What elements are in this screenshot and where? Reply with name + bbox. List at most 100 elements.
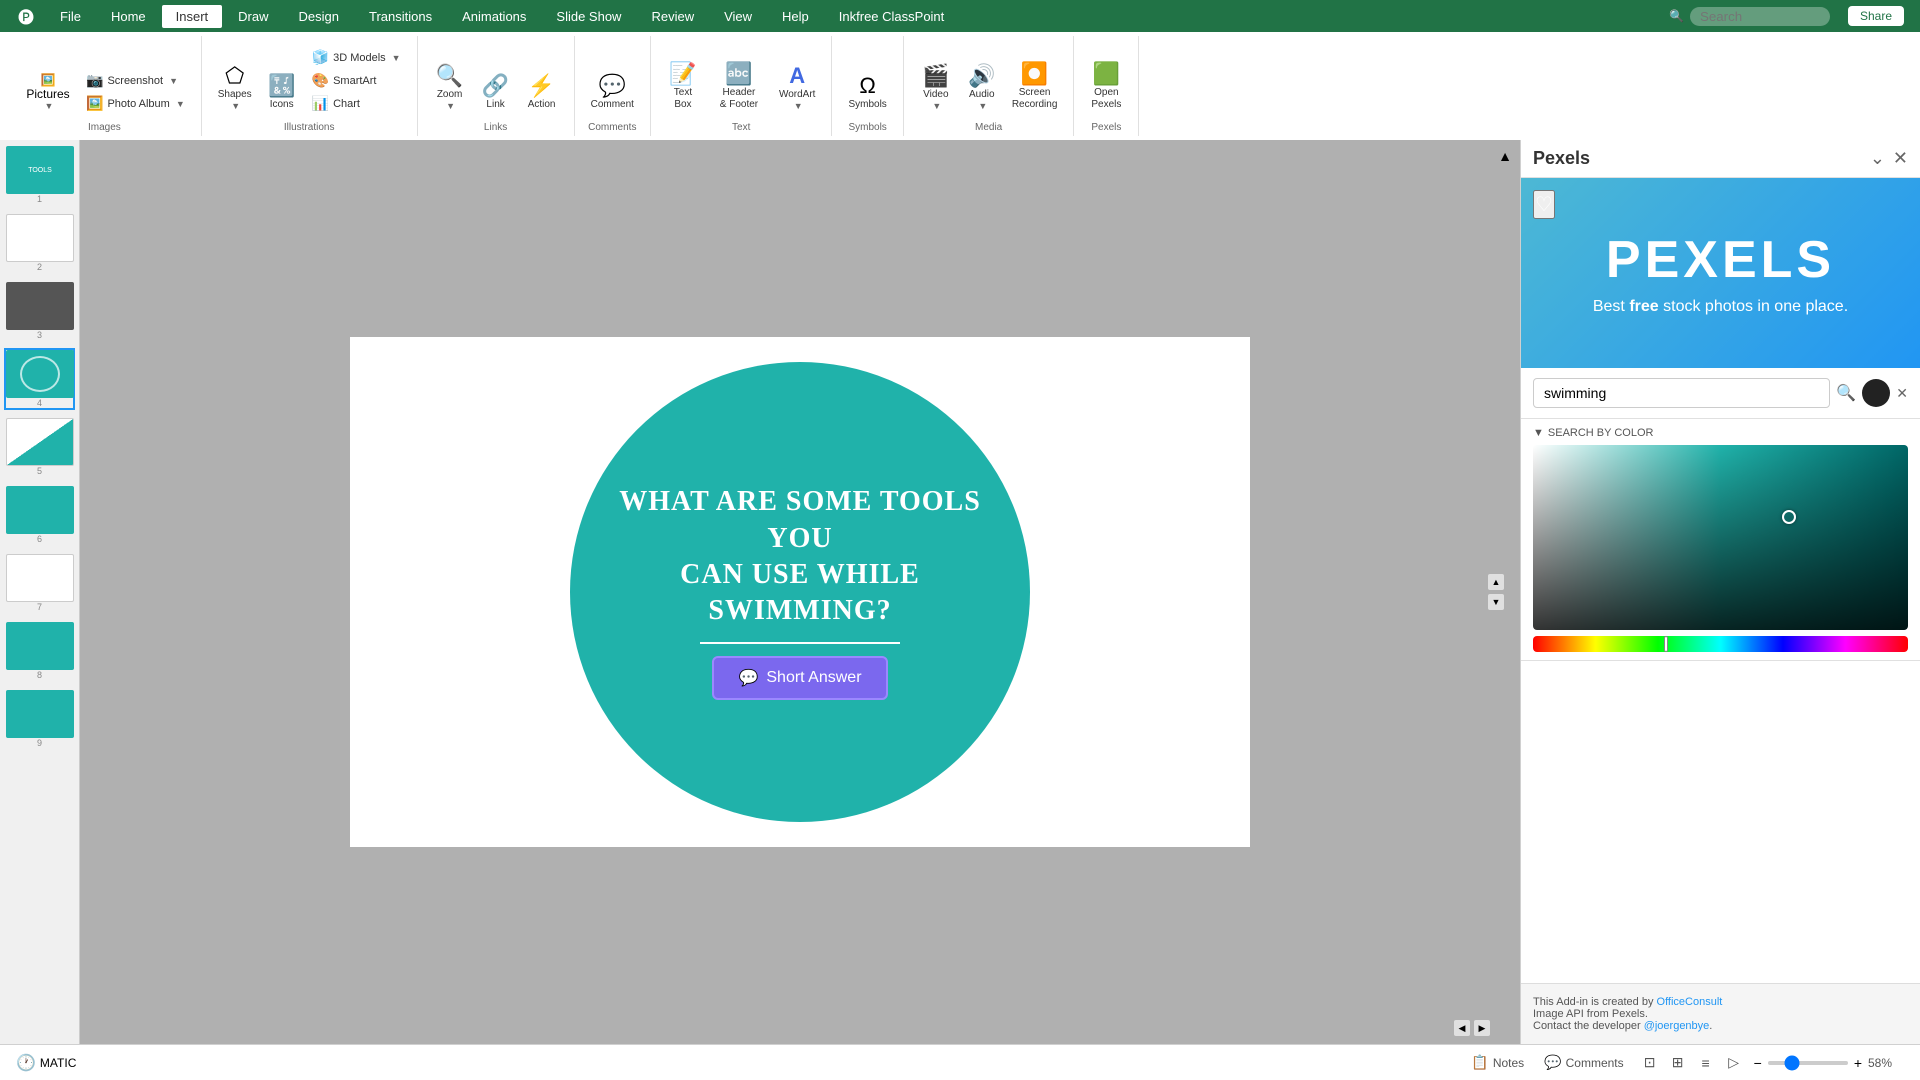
slide-thumb-4[interactable]: 4 xyxy=(4,348,75,410)
textbox-button[interactable]: 📝 TextBox xyxy=(661,60,705,114)
slide-thumb-5[interactable]: 5 xyxy=(4,416,75,478)
pexels-search-input[interactable] xyxy=(1533,378,1830,408)
slide-thumb-3[interactable]: 3 xyxy=(4,280,75,342)
zoom-out-button[interactable]: − xyxy=(1754,1055,1762,1071)
pexels-search-button[interactable]: 🔍 xyxy=(1836,383,1856,403)
slide-thumb-9[interactable]: 9 xyxy=(4,688,75,750)
slide-sorter-button[interactable]: ⊞ xyxy=(1666,1051,1690,1075)
scroll-up-ctrl[interactable]: ▲ xyxy=(1488,574,1504,590)
pexels-collapse-button[interactable]: ⌄ xyxy=(1870,148,1885,169)
comments-label: Comments xyxy=(1566,1056,1624,1070)
developer-link[interactable]: @joergenbye xyxy=(1644,1020,1710,1032)
video-button[interactable]: 🎬 Video ▼ xyxy=(914,62,958,114)
symbols-icon: Ω xyxy=(859,75,875,97)
pexels-panel-title: Pexels xyxy=(1533,148,1590,169)
pexels-clear-button[interactable]: ✕ xyxy=(1896,385,1908,402)
link-button[interactable]: 🔗 Link xyxy=(474,72,518,114)
pexels-heart-button[interactable]: ♡ xyxy=(1533,190,1555,219)
scroll-up-button[interactable]: ▲ xyxy=(1498,148,1512,164)
slide-thumb-1[interactable]: TOOLS 1 xyxy=(4,144,75,206)
zoom-button[interactable]: 🔍 Zoom ▼ xyxy=(428,62,472,114)
tab-insert[interactable]: Insert xyxy=(162,5,223,28)
3d-models-button[interactable]: 🧊 3D Models ▼ xyxy=(306,47,407,68)
header-footer-button[interactable]: 🔤 Header& Footer xyxy=(707,60,771,114)
slide-num-9: 9 xyxy=(6,738,73,748)
screen-recording-button[interactable]: ⏺️ ScreenRecording xyxy=(1006,60,1064,114)
tab-help[interactable]: Help xyxy=(768,5,823,28)
tab-draw[interactable]: Draw xyxy=(224,5,282,28)
tab-bar: 🅟 File Home Insert Draw Design Transitio… xyxy=(0,0,1920,32)
tab-slideshow[interactable]: Slide Show xyxy=(542,5,635,28)
shapes-button[interactable]: ⬠ Shapes ▼ xyxy=(212,62,258,114)
notes-button[interactable]: 📋 Notes xyxy=(1465,1052,1530,1073)
slide-thumb-7[interactable]: 7 xyxy=(4,552,75,614)
color-picker-gradient[interactable] xyxy=(1533,445,1908,630)
zoom-in-button[interactable]: + xyxy=(1854,1055,1862,1071)
slide-thumb-8[interactable]: 8 xyxy=(4,620,75,682)
pexels-hero-section: ♡ PEXELS Best free stock photos in one p… xyxy=(1521,178,1920,368)
slideshow-button[interactable]: ▷ xyxy=(1722,1051,1746,1075)
symbols-button[interactable]: Ω Symbols xyxy=(842,72,892,114)
color-hue-bar[interactable] xyxy=(1533,636,1908,652)
chart-icon: 📊 xyxy=(312,95,329,112)
tab-design[interactable]: Design xyxy=(285,5,353,28)
comment-button[interactable]: 💬 Comment xyxy=(585,72,640,114)
ribbon-images-items: 🖼️ Pictures ▼ 📷 Screenshot ▼ 🖼️ Photo Al… xyxy=(18,36,191,118)
action-button[interactable]: ⚡ Action xyxy=(520,72,564,114)
reading-view-button[interactable]: ≡ xyxy=(1694,1051,1718,1075)
illustrations-group-label: Illustrations xyxy=(284,118,335,136)
search-input[interactable] xyxy=(1690,7,1830,26)
photo-album-icon: 🖼️ xyxy=(86,95,103,112)
chevron-down-icon: ▼ xyxy=(1533,427,1544,439)
scroll-down-ctrl[interactable]: ▼ xyxy=(1488,594,1504,610)
pictures-label: Pictures xyxy=(26,87,69,101)
normal-view-button[interactable]: ⊡ xyxy=(1638,1051,1662,1075)
pictures-button[interactable]: 🖼️ Pictures ▼ xyxy=(18,70,78,114)
images-right-stack: 📷 Screenshot ▼ 🖼️ Photo Album ▼ xyxy=(80,70,191,114)
pexels-panel: Pexels ⌄ ✕ ♡ PEXELS Best free stock phot… xyxy=(1520,140,1920,1044)
icons-icon: 🔣 xyxy=(268,75,295,97)
icons-button[interactable]: 🔣 Icons xyxy=(260,72,304,114)
pexels-close-button[interactable]: ✕ xyxy=(1893,148,1908,169)
audio-button[interactable]: 🔊 Audio ▼ xyxy=(960,62,1004,114)
tab-classpoint[interactable]: Inkfree ClassPoint xyxy=(825,5,959,28)
chart-button[interactable]: 📊 Chart xyxy=(306,93,407,114)
wordart-button[interactable]: A WordArt ▼ xyxy=(773,62,822,114)
scroll-right-ctrl[interactable]: ▶ xyxy=(1474,1020,1490,1036)
pexels-color-filter-button[interactable] xyxy=(1862,379,1890,407)
comments-button[interactable]: 💬 Comments xyxy=(1538,1052,1629,1073)
color-filter-label[interactable]: ▼ SEARCH BY COLOR xyxy=(1533,427,1908,439)
scroll-left-ctrl[interactable]: ◀ xyxy=(1454,1020,1470,1036)
tab-home[interactable]: Home xyxy=(97,5,160,28)
open-pexels-button[interactable]: 🟩 OpenPexels xyxy=(1084,60,1128,114)
tab-transitions[interactable]: Transitions xyxy=(355,5,446,28)
screenshot-button[interactable]: 📷 Screenshot ▼ xyxy=(80,70,191,91)
photo-album-button[interactable]: 🖼️ Photo Album ▼ xyxy=(80,93,191,114)
color-picker-cursor xyxy=(1782,510,1796,524)
tab-view[interactable]: View xyxy=(710,5,766,28)
slide-canvas[interactable]: WHAT ARE SOME TOOLS YOU CAN USE WHILE SW… xyxy=(350,337,1250,847)
tab-file[interactable]: File xyxy=(46,5,95,28)
smartart-icon: 🎨 xyxy=(312,72,329,89)
notes-icon: 📋 xyxy=(1471,1054,1488,1071)
3d-models-stack: 🧊 3D Models ▼ 🎨 SmartArt 📊 Chart xyxy=(306,47,407,114)
tab-animations[interactable]: Animations xyxy=(448,5,540,28)
ribbon-group-images: 🖼️ Pictures ▼ 📷 Screenshot ▼ 🖼️ Photo Al… xyxy=(8,36,202,136)
media-group-label: Media xyxy=(975,118,1002,136)
officeconsult-link[interactable]: OfficeConsult xyxy=(1657,996,1723,1008)
main-area: TOOLS 1 2 3 4 5 6 xyxy=(0,140,1920,1044)
smartart-button[interactable]: 🎨 SmartArt xyxy=(306,70,407,91)
comments-icon: 💬 xyxy=(1544,1054,1561,1071)
zoom-slider[interactable] xyxy=(1768,1061,1848,1065)
slide-thumb-2[interactable]: 2 xyxy=(4,212,75,274)
short-answer-button[interactable]: 💬 Short Answer xyxy=(712,656,887,700)
share-button[interactable]: Share xyxy=(1848,6,1904,26)
symbols-group-label: Symbols xyxy=(848,118,886,136)
app-icon[interactable]: 🅟 xyxy=(8,2,44,30)
tab-review[interactable]: Review xyxy=(637,5,708,28)
canvas-scroll-controls: ▲ ▼ xyxy=(1488,574,1504,610)
slide-thumb-6[interactable]: 6 xyxy=(4,484,75,546)
ribbon-group-links: 🔍 Zoom ▼ 🔗 Link ⚡ Action Links xyxy=(418,36,575,136)
pictures-icon: 🖼️ xyxy=(41,73,56,87)
slide-num-8: 8 xyxy=(6,670,73,680)
